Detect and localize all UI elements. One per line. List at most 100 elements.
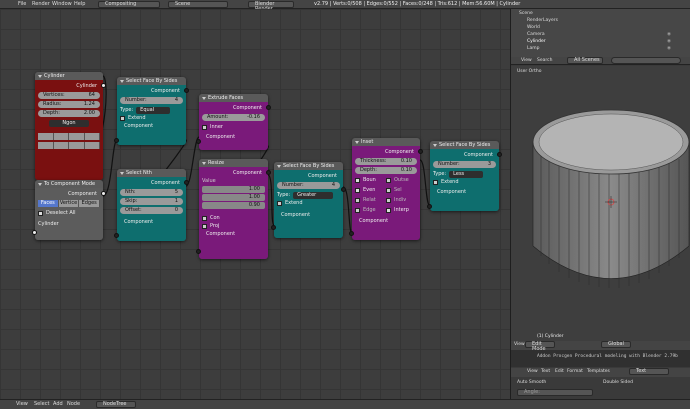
- node-view-menu[interactable]: View: [16, 401, 28, 407]
- option-button[interactable]: [69, 133, 85, 140]
- option-button[interactable]: [38, 133, 54, 140]
- extend-checkbox[interactable]: [433, 179, 438, 185]
- collapse-triangle-icon[interactable]: [120, 172, 124, 175]
- menu-render[interactable]: Render: [32, 1, 50, 7]
- eye-icon[interactable]: ◉: [667, 39, 671, 44]
- node-add-menu[interactable]: Add: [53, 401, 63, 407]
- radius-field[interactable]: Radius: 1.24: [38, 101, 100, 108]
- node-resize[interactable]: Resize Component Value 1.00 1.00 0.90 Co…: [196, 159, 271, 259]
- faces-tab[interactable]: Faces: [38, 200, 59, 207]
- node-cylinder[interactable]: Cylinder Cylinder Vertices: 64 Radius: 1.2…: [35, 72, 106, 180]
- text-edit-menu[interactable]: Edit: [555, 369, 564, 374]
- edge-rail-checkbox[interactable]: [355, 207, 360, 213]
- collapse-triangle-icon[interactable]: [202, 97, 206, 100]
- outliner-item-lamp[interactable]: Lamp: [527, 46, 540, 51]
- menu-help[interactable]: Help: [74, 1, 85, 7]
- proportional-checkbox[interactable]: [202, 223, 207, 229]
- option-button[interactable]: [38, 142, 54, 149]
- option-button[interactable]: [69, 142, 85, 149]
- resize-z-field[interactable]: 0.90: [202, 202, 265, 209]
- screen-layout-dropdown[interactable]: Compositing: [98, 1, 160, 8]
- auto-smooth-checkbox[interactable]: Auto Smooth: [517, 380, 546, 385]
- input-socket[interactable]: [349, 231, 354, 236]
- option-button[interactable]: [84, 133, 100, 140]
- double-sided-checkbox[interactable]: Double Sided: [603, 380, 633, 385]
- collapse-triangle-icon[interactable]: [277, 165, 281, 168]
- text-text-menu[interactable]: Text: [541, 369, 550, 374]
- offset-field[interactable]: Offset: 0: [120, 207, 183, 214]
- number-field[interactable]: Number: 4: [277, 182, 340, 189]
- input-socket[interactable]: [196, 249, 201, 254]
- relative-checkbox[interactable]: [355, 197, 360, 203]
- type-select[interactable]: Equal: [136, 106, 171, 114]
- type-select[interactable]: Greater: [293, 191, 334, 199]
- outset-checkbox[interactable]: [386, 177, 391, 183]
- option-button[interactable]: [53, 133, 69, 140]
- output-socket[interactable]: [101, 83, 106, 88]
- node-select-face-by-sides-1[interactable]: Select Face By Sides Component Number: 4 …: [114, 77, 189, 145]
- vertices-field[interactable]: Vertices: 64: [38, 92, 100, 99]
- cap-fill-select[interactable]: Ngon: [49, 120, 89, 127]
- constraint-checkbox[interactable]: [202, 215, 207, 221]
- option-button[interactable]: [53, 142, 69, 149]
- nth-field[interactable]: Nth: 5: [120, 189, 183, 196]
- outliner-item-renderlayers[interactable]: RenderLayers: [527, 18, 558, 23]
- outliner[interactable]: Scene RenderLayers World Camera Cylinder…: [511, 9, 690, 57]
- skip-field[interactable]: Skip: 1: [120, 198, 183, 205]
- text-format-menu[interactable]: Format: [567, 369, 583, 374]
- outliner-search-menu[interactable]: Search: [537, 58, 552, 63]
- 3d-viewport[interactable]: User Ortho (1) Cylinder: [511, 66, 690, 341]
- outliner-item-scene[interactable]: Scene: [519, 11, 533, 16]
- node-tree-dropdown[interactable]: NodeTree: [96, 401, 136, 408]
- eye-icon[interactable]: ◉: [667, 32, 671, 37]
- output-socket[interactable]: [266, 105, 271, 110]
- interpolate-checkbox[interactable]: [386, 207, 391, 213]
- node-editor[interactable]: Cylinder Cylinder Vertices: 64 Radius: 1.2…: [0, 9, 510, 399]
- angle-field[interactable]: Angle:: [517, 389, 593, 396]
- resize-y-field[interactable]: 1.00: [202, 194, 265, 201]
- eye-icon[interactable]: ◉: [667, 46, 671, 51]
- type-select[interactable]: Less: [449, 170, 484, 178]
- scene-dropdown[interactable]: Scene: [168, 1, 228, 8]
- amount-field[interactable]: Amount: -0.16: [202, 114, 265, 121]
- node-select-menu[interactable]: Select: [34, 401, 49, 407]
- boundary-checkbox[interactable]: [355, 177, 360, 183]
- output-socket[interactable]: [184, 180, 189, 185]
- number-field[interactable]: Number: 3: [433, 161, 496, 168]
- output-socket[interactable]: [497, 152, 502, 157]
- collapse-triangle-icon[interactable]: [38, 183, 42, 186]
- collapse-triangle-icon[interactable]: [433, 144, 437, 147]
- node-node-menu[interactable]: Node: [67, 401, 80, 407]
- depth-field[interactable]: Depth: 0.10: [355, 167, 417, 174]
- output-socket[interactable]: [266, 170, 271, 175]
- inner-checkbox[interactable]: [202, 124, 207, 130]
- output-socket[interactable]: [418, 149, 423, 154]
- collapse-triangle-icon[interactable]: [38, 75, 42, 78]
- text-datablock-dropdown[interactable]: Text: [629, 368, 669, 375]
- extend-checkbox[interactable]: [277, 200, 282, 206]
- input-socket[interactable]: [114, 138, 119, 143]
- outliner-view-menu[interactable]: View: [521, 58, 532, 63]
- thickness-field[interactable]: Thickness: 0.10: [355, 158, 417, 165]
- input-socket[interactable]: [427, 204, 432, 209]
- number-field[interactable]: Number: 4: [120, 97, 183, 104]
- collapse-triangle-icon[interactable]: [120, 80, 124, 83]
- even-checkbox[interactable]: [355, 187, 360, 193]
- menu-file[interactable]: File: [18, 1, 26, 7]
- output-socket[interactable]: [184, 88, 189, 93]
- outliner-item-world[interactable]: World: [527, 25, 540, 30]
- option-button[interactable]: [84, 142, 100, 149]
- edges-tab[interactable]: Edges: [79, 200, 101, 207]
- collapse-triangle-icon[interactable]: [355, 141, 359, 144]
- python-console[interactable]: Addon Procgen Procedural modeling with B…: [511, 350, 690, 367]
- node-to-component-mode[interactable]: To Component Mode Component Faces Vertic…: [32, 180, 106, 240]
- node-select-face-by-sides-2[interactable]: Select Face By Sides Component Number: 4 …: [271, 162, 346, 238]
- node-select-nth[interactable]: Select Nth Component Nth: 5 Skip: 1 Offset…: [114, 169, 189, 241]
- vertices-tab[interactable]: Vertice: [58, 200, 80, 207]
- outliner-search-input[interactable]: [611, 57, 681, 64]
- text-templates-menu[interactable]: Templates: [587, 369, 610, 374]
- node-inset[interactable]: Inset Component Thickness: 0.10 Depth: 0.1…: [349, 138, 423, 240]
- extend-checkbox[interactable]: [120, 115, 125, 121]
- outliner-item-camera[interactable]: Camera: [527, 32, 545, 37]
- menu-window[interactable]: Window: [52, 1, 72, 7]
